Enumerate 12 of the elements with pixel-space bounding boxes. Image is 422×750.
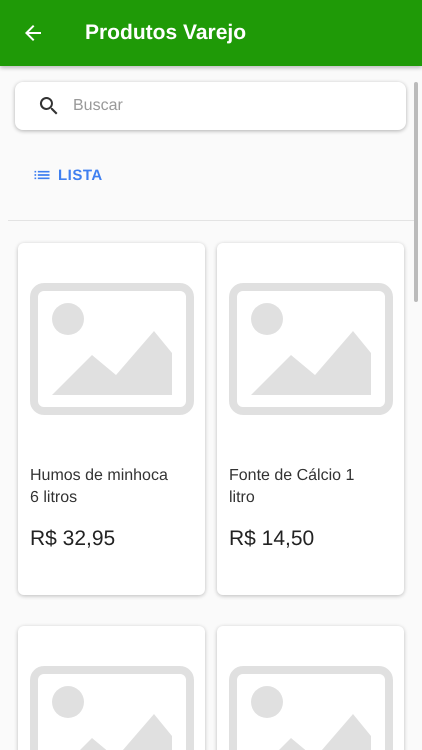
page-title: Produtos Varejo bbox=[85, 21, 246, 45]
image-placeholder-icon bbox=[229, 283, 393, 415]
product-price: R$ 32,95 bbox=[30, 527, 116, 551]
search-input[interactable]: Buscar bbox=[71, 96, 335, 116]
product-card[interactable]: Humos de minhoca 6 litros R$ 32,95 bbox=[18, 243, 205, 595]
list-view-button[interactable]: LISTA bbox=[26, 159, 109, 191]
image-placeholder-icon bbox=[30, 283, 194, 415]
product-price: R$ 14,50 bbox=[229, 527, 316, 551]
search-field[interactable]: Buscar bbox=[15, 82, 406, 130]
product-card[interactable]: Fonte de Cálcio 1 litro R$ 14,50 bbox=[217, 243, 404, 595]
product-name: Humos de minhoca 6 litros bbox=[30, 466, 169, 508]
product-name: Fonte de Cálcio 1 litro bbox=[229, 466, 356, 508]
